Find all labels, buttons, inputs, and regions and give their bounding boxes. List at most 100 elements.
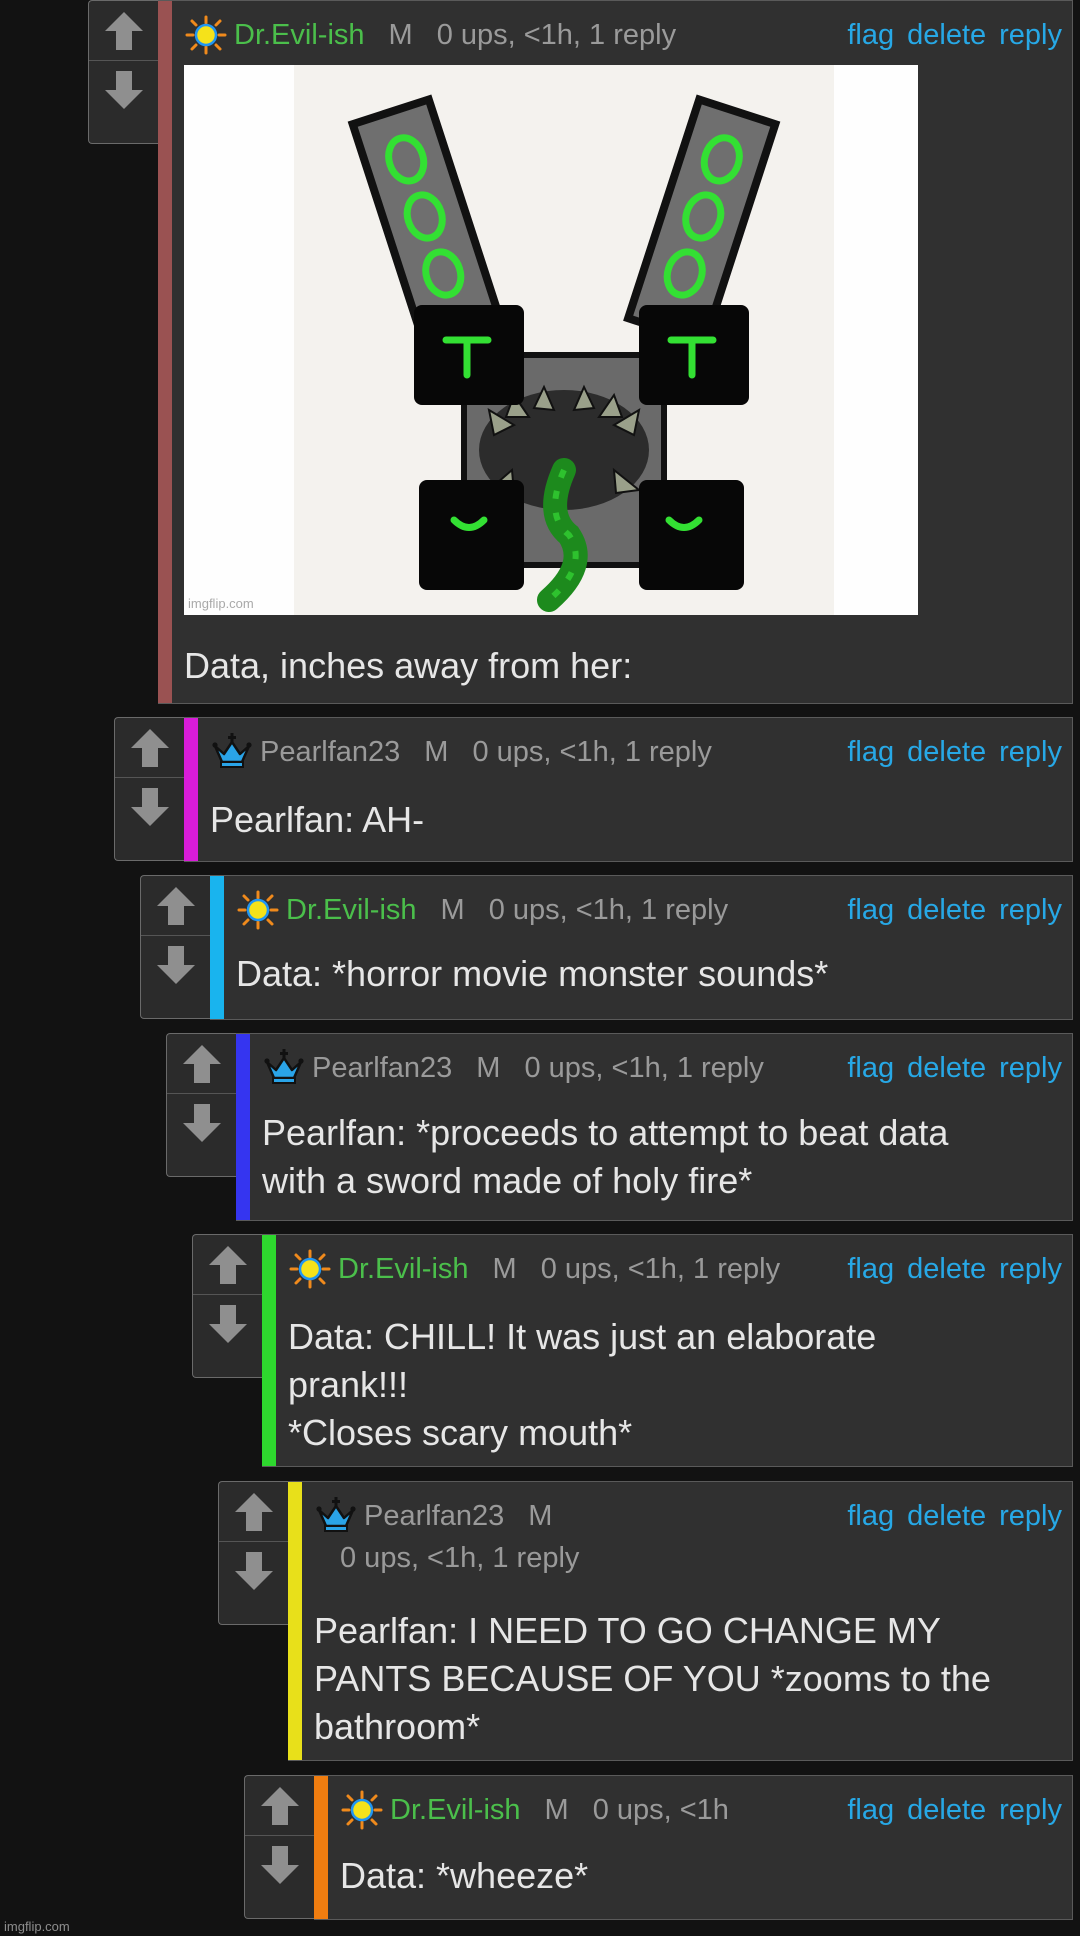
delete-link[interactable]: delete (907, 19, 986, 52)
flag-link[interactable]: flag (847, 1052, 894, 1085)
nesting-bar (184, 718, 198, 861)
sun-icon (184, 15, 228, 55)
mod-badge: M (476, 1051, 501, 1084)
username[interactable]: Pearlfan23 (364, 1500, 504, 1533)
comment-stats: 0 ups, <1h, 1 reply (540, 1252, 781, 1285)
upvote-button[interactable] (245, 1776, 314, 1835)
comment-content: Dr.Evil-ish M 0 ups, <1h flag delete rep… (340, 1776, 1062, 1919)
comment-stats: 0 ups, <1h, 1 reply (524, 1051, 764, 1084)
mod-badge: M (492, 1252, 517, 1285)
comment-actions: flag delete reply (847, 1052, 1062, 1085)
flag-link[interactable]: flag (847, 1794, 894, 1827)
vote-box (88, 0, 158, 144)
comment-content: Dr.Evil-ish M 0 ups, <1h, 1 reply flag d… (184, 1, 1062, 703)
comment-stats: 0 ups, <1h (592, 1793, 729, 1826)
comment-card: Pearlfan23 M flag delete reply 0 ups, <1… (288, 1481, 1073, 1761)
delete-link[interactable]: delete (907, 1052, 986, 1085)
username[interactable]: Pearlfan23 (260, 736, 400, 769)
comment: Pearlfan23 M flag delete reply 0 ups, <1… (218, 1481, 1073, 1761)
comment-actions: flag delete reply (847, 736, 1062, 769)
flag-link[interactable]: flag (847, 19, 894, 52)
username[interactable]: Dr.Evil-ish (338, 1253, 469, 1286)
vote-box (166, 1033, 236, 1177)
image-watermark: imgflip.com (188, 596, 254, 611)
meme-image[interactable]: imgflip.com (184, 65, 918, 615)
comment-content: Pearlfan23 M 0 ups, <1h, 1 reply flag de… (210, 718, 1062, 861)
comment-text: Pearlfan: AH- (210, 799, 425, 840)
down-arrow-icon (153, 942, 199, 988)
nesting-bar (262, 1235, 276, 1466)
comment-header: Pearlfan23 M flag delete reply (314, 1496, 1062, 1536)
delete-link[interactable]: delete (907, 1794, 986, 1827)
comment-card: Pearlfan23 M 0 ups, <1h, 1 reply flag de… (184, 717, 1073, 862)
upvote-button[interactable] (219, 1482, 288, 1541)
username[interactable]: Dr.Evil-ish (234, 19, 365, 52)
comment-header: Dr.Evil-ish M 0 ups, <1h flag delete rep… (340, 1790, 1062, 1830)
upvote-button[interactable] (89, 1, 158, 60)
username[interactable]: Dr.Evil-ish (286, 894, 417, 927)
flag-link[interactable]: flag (847, 894, 894, 927)
reply-link[interactable]: reply (999, 736, 1062, 769)
delete-link[interactable]: delete (907, 1253, 986, 1286)
comment-card: Dr.Evil-ish M 0 ups, <1h, 1 reply flag d… (210, 875, 1073, 1020)
downvote-button[interactable] (167, 1093, 236, 1152)
comment-text: Data: *horror movie monster sounds* (236, 953, 829, 994)
crown-icon (314, 1496, 358, 1536)
delete-link[interactable]: delete (907, 736, 986, 769)
comment-header: Pearlfan23 M 0 ups, <1h, 1 reply flag de… (262, 1048, 1062, 1088)
upvote-button[interactable] (141, 876, 210, 935)
upvote-button[interactable] (193, 1235, 262, 1294)
comment: Pearlfan23 M 0 ups, <1h, 1 reply flag de… (114, 717, 1073, 862)
vote-box (114, 717, 184, 861)
vote-box (192, 1234, 262, 1378)
flag-link[interactable]: flag (847, 1253, 894, 1286)
monster-drawing (294, 65, 834, 615)
comment-stats: 0 ups, <1h, 1 reply (488, 893, 729, 926)
nesting-bar (236, 1034, 250, 1220)
reply-link[interactable]: reply (999, 19, 1062, 52)
downvote-button[interactable] (115, 777, 184, 836)
comment-header: Pearlfan23 M 0 ups, <1h, 1 reply flag de… (210, 732, 1062, 772)
up-arrow-icon (101, 8, 147, 54)
reply-link[interactable]: reply (999, 1253, 1062, 1286)
down-arrow-icon (231, 1548, 277, 1594)
comment: Dr.Evil-ish M 0 ups, <1h, 1 reply flag d… (140, 875, 1073, 1020)
reply-link[interactable]: reply (999, 1500, 1062, 1533)
upvote-button[interactable] (167, 1034, 236, 1093)
comment-card: Dr.Evil-ish M 0 ups, <1h flag delete rep… (314, 1775, 1073, 1920)
sun-icon (288, 1249, 332, 1289)
downvote-button[interactable] (141, 935, 210, 994)
comment-header: Dr.Evil-ish M 0 ups, <1h, 1 reply flag d… (236, 890, 1062, 930)
flag-link[interactable]: flag (847, 736, 894, 769)
reply-link[interactable]: reply (999, 894, 1062, 927)
downvote-button[interactable] (245, 1835, 314, 1894)
downvote-button[interactable] (219, 1541, 288, 1600)
comment-actions: flag delete reply (847, 19, 1062, 52)
reply-link[interactable]: reply (999, 1794, 1062, 1827)
vote-box (244, 1775, 314, 1919)
comment-card: Dr.Evil-ish M 0 ups, <1h, 1 reply flag d… (262, 1234, 1073, 1467)
delete-link[interactable]: delete (907, 1500, 986, 1533)
up-arrow-icon (205, 1242, 251, 1288)
comment-stats: 0 ups, <1h, 1 reply (472, 735, 712, 768)
site-watermark: imgflip.com (4, 1919, 70, 1934)
username[interactable]: Pearlfan23 (312, 1052, 452, 1085)
down-arrow-icon (257, 1842, 303, 1888)
up-arrow-icon (179, 1041, 225, 1087)
upvote-button[interactable] (115, 718, 184, 777)
comment-stats: 0 ups, <1h, 1 reply (340, 1542, 580, 1574)
nesting-bar (158, 1, 172, 703)
username[interactable]: Dr.Evil-ish (390, 1794, 521, 1827)
up-arrow-icon (257, 1783, 303, 1829)
mod-badge: M (388, 18, 413, 51)
comment: Dr.Evil-ish M 0 ups, <1h flag delete rep… (244, 1775, 1073, 1920)
comment: Pearlfan23 M 0 ups, <1h, 1 reply flag de… (166, 1033, 1073, 1221)
flag-link[interactable]: flag (847, 1500, 894, 1533)
comment-text: Data, inches away from her: (184, 645, 633, 686)
reply-link[interactable]: reply (999, 1052, 1062, 1085)
downvote-button[interactable] (89, 60, 158, 119)
downvote-button[interactable] (193, 1294, 262, 1353)
comment-header: Dr.Evil-ish M 0 ups, <1h, 1 reply flag d… (288, 1249, 1062, 1289)
delete-link[interactable]: delete (907, 894, 986, 927)
comment-card: Dr.Evil-ish M 0 ups, <1h, 1 reply flag d… (158, 0, 1073, 704)
